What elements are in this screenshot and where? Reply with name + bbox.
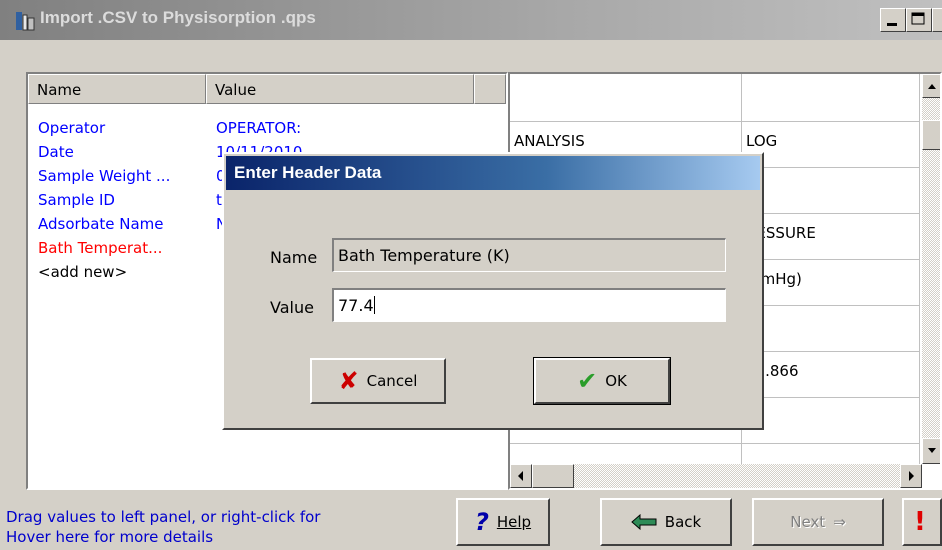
scroll-left-button[interactable] — [510, 464, 532, 488]
app-icon — [16, 12, 35, 31]
value-input-text: 77.4 — [338, 296, 374, 315]
value-input[interactable]: 77.4 — [332, 288, 726, 322]
grid-cell[interactable] — [742, 168, 920, 214]
arrow-up-icon — [928, 84, 936, 89]
maximize-button[interactable] — [906, 8, 932, 32]
minimize-button[interactable] — [880, 8, 906, 32]
ok-check-icon: ✔ — [577, 367, 598, 395]
back-arrow-icon — [631, 514, 657, 530]
enter-header-data-dialog[interactable]: Enter Header Data Name Bath Temperature … — [222, 152, 764, 430]
help-icon: ? — [474, 508, 489, 536]
list-item-name[interactable]: Sample ID — [38, 190, 115, 210]
cancel-button-label: Cancel — [366, 372, 418, 390]
name-label: Name — [270, 248, 318, 267]
scroll-right-button[interactable] — [900, 464, 922, 488]
grid-cell[interactable]: mmHg) — [742, 260, 920, 306]
value-label: Value — [270, 298, 314, 317]
grid-cell[interactable]: RESSURE — [742, 214, 920, 260]
warning-button[interactable]: ! — [902, 498, 942, 546]
column-header-name[interactable]: Name — [28, 74, 206, 104]
dialog-title[interactable]: Enter Header Data — [226, 156, 760, 190]
grid-cell[interactable] — [742, 398, 920, 444]
minimize-icon — [887, 23, 897, 26]
list-item-name[interactable]: Adsorbate Name — [38, 214, 164, 234]
cancel-button[interactable]: ✘ Cancel — [310, 358, 446, 404]
close-button[interactable] — [932, 8, 942, 32]
back-button-label: Back — [664, 513, 702, 531]
vertical-scroll-thumb[interactable] — [922, 120, 940, 150]
ok-button-label: OK — [605, 372, 627, 390]
next-arrow-icon: ⇒ — [833, 513, 846, 531]
list-item-name[interactable]: Sample Weight ... — [38, 166, 170, 186]
grid-cell[interactable] — [742, 74, 920, 122]
scroll-down-button[interactable] — [922, 438, 940, 464]
add-new-item[interactable]: <add new> — [38, 262, 127, 282]
column-header-value[interactable]: Value — [206, 74, 474, 104]
status-hint-line1: Drag values to left panel, or right-clic… — [6, 508, 321, 526]
arrow-right-icon — [909, 471, 914, 481]
status-hint-line2[interactable]: Hover here for more details — [6, 528, 213, 546]
list-item-name-selected[interactable]: Bath Temperat... — [38, 238, 162, 258]
back-button[interactable]: Back — [600, 498, 732, 546]
list-item-value[interactable]: t — [216, 190, 222, 210]
text-caret — [373, 296, 375, 314]
cancel-x-icon: ✘ — [338, 367, 359, 395]
arrow-left-icon — [518, 471, 523, 481]
list-item-value[interactable]: OPERATOR: — [216, 118, 301, 138]
list-item-name[interactable]: Operator — [38, 118, 105, 138]
grid-cell[interactable] — [742, 306, 920, 352]
grid-cell[interactable]: 58.866 — [742, 352, 920, 398]
next-button-label: Next — [790, 513, 826, 531]
maximize-icon — [911, 12, 925, 25]
name-field: Bath Temperature (K) — [332, 238, 726, 272]
horizontal-scroll-thumb[interactable] — [532, 464, 574, 488]
list-item-name[interactable]: Date — [38, 142, 74, 162]
grid-cell[interactable]: LOG — [742, 122, 920, 168]
grid-cell[interactable] — [510, 74, 742, 122]
next-button[interactable]: Next ⇒ — [752, 498, 884, 546]
column-header-spacer — [474, 74, 506, 104]
ok-button[interactable]: ✔ OK — [533, 357, 671, 405]
arrow-down-icon — [928, 448, 936, 453]
help-button-label: Help — [496, 513, 532, 531]
window-title: Import .CSV to Physisorption .qps — [40, 8, 316, 27]
help-button[interactable]: ? Help — [456, 498, 550, 546]
window-title-bar[interactable]: Import .CSV to Physisorption .qps — [0, 0, 942, 40]
scroll-up-button[interactable] — [922, 74, 940, 98]
exclamation-icon: ! — [914, 507, 926, 537]
